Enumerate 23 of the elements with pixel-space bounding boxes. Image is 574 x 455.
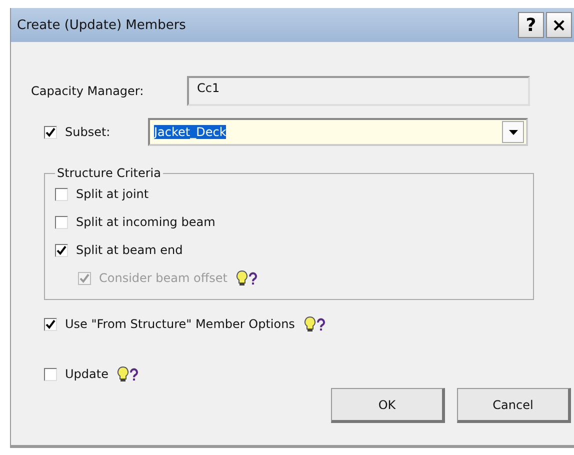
checkbox-label: Subset: <box>65 125 110 139</box>
checkbox[interactable] <box>55 216 68 228</box>
checkbox[interactable] <box>44 318 57 330</box>
field-label: Capacity Manager: <box>31 84 145 98</box>
cancel-button[interactable]: Cancel <box>457 388 571 423</box>
checkbox[interactable] <box>44 126 57 138</box>
checkbox-label: Update <box>65 367 108 381</box>
checkbox-label: Split at joint <box>76 187 149 201</box>
ok-button[interactable]: OK <box>331 388 445 423</box>
close-button[interactable]: × <box>546 12 572 38</box>
dropdown-arrow-icon[interactable] <box>508 130 518 134</box>
checkbox[interactable] <box>44 368 57 380</box>
window-title: Create (Update) Members <box>17 18 187 32</box>
checkbox-label: Consider beam offset <box>99 271 228 285</box>
help-button[interactable]: ? <box>518 12 544 38</box>
group-title: Structure Criteria <box>56 166 162 180</box>
checkbox-label: Split at incoming beam <box>76 215 216 229</box>
subset-dropdown[interactable]: Jacket_Deck <box>148 118 528 146</box>
capacity-manager-field[interactable]: Cc1 <box>187 76 530 106</box>
checkbox[interactable] <box>55 188 68 200</box>
checkbox-label: Split at beam end <box>76 243 183 257</box>
checkbox-label: Use "From Structure" Member Options <box>65 317 295 331</box>
checkbox[interactable] <box>55 244 68 256</box>
